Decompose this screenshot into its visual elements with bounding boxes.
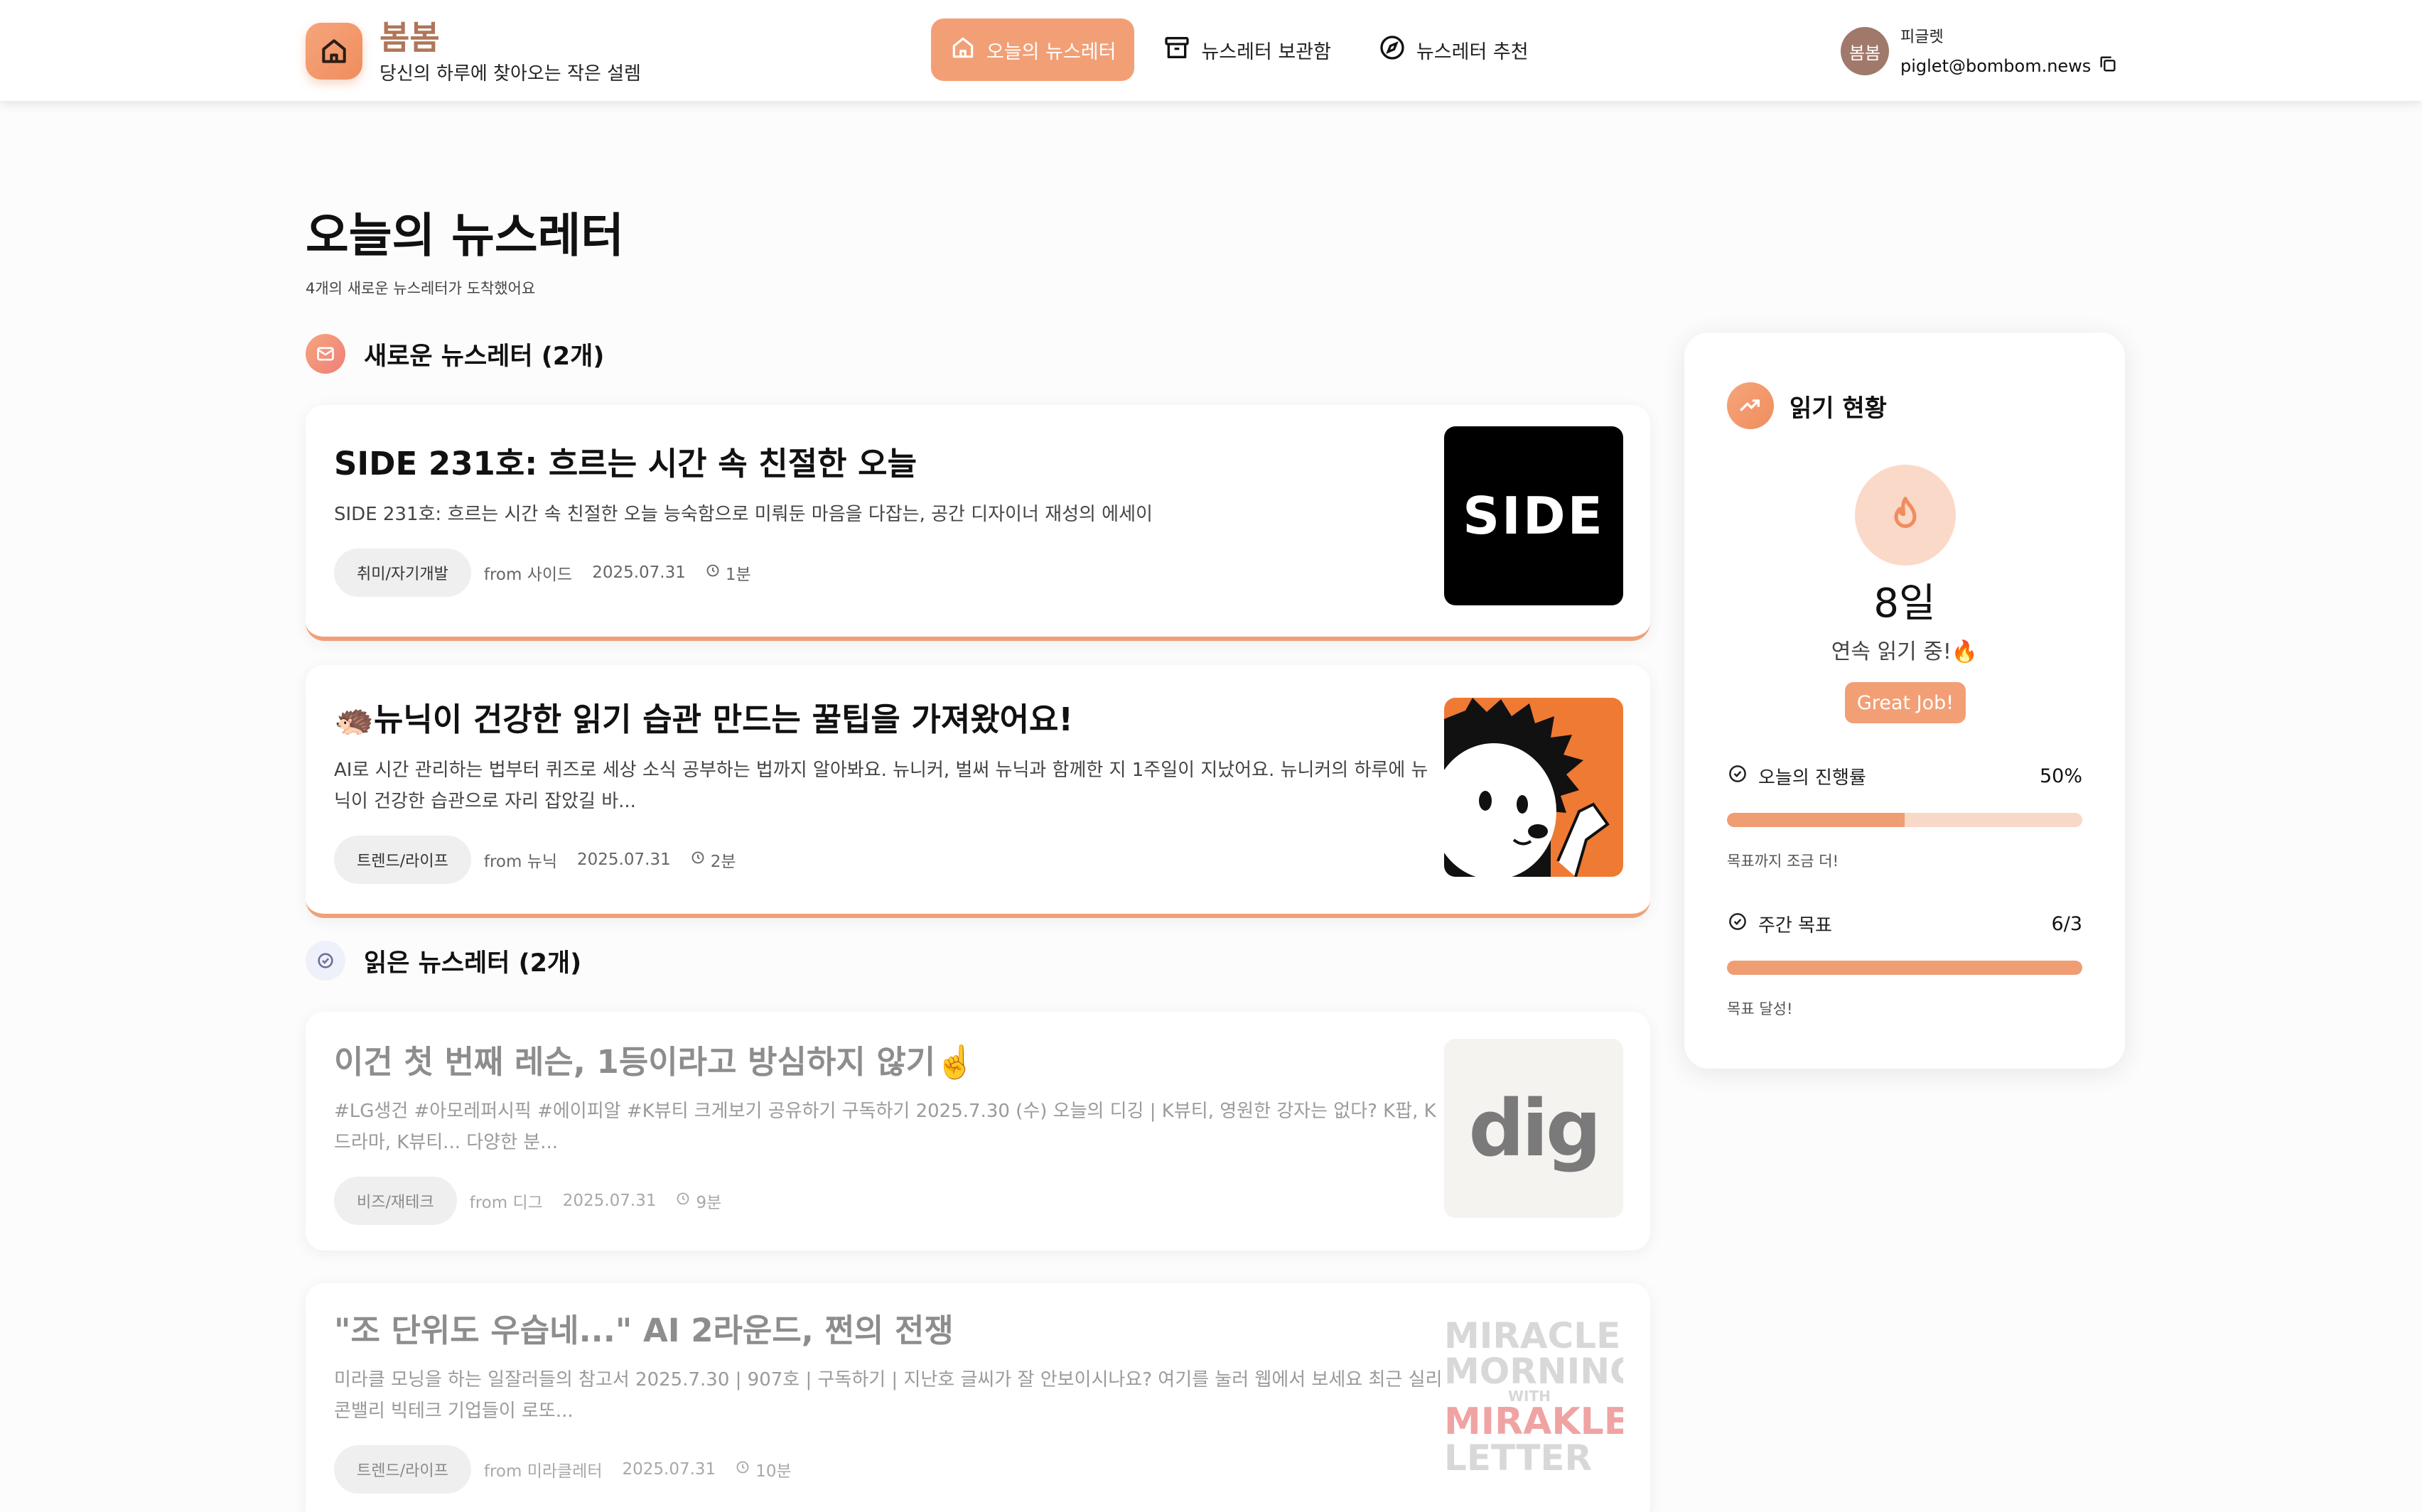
compass-icon xyxy=(1378,33,1416,67)
weekly-goal-row: 주간 목표 6/3 xyxy=(1727,911,2082,937)
read-section-title: 읽은 뉴스레터 (2개) xyxy=(364,949,582,978)
check-circle-icon xyxy=(306,941,345,981)
newsletter-date: 2025.07.31 xyxy=(562,1192,657,1210)
flame-icon xyxy=(1855,465,1956,566)
newsletter-card[interactable]: 🦔뉴닉이 건강한 읽기 습관 만드는 꿀팁을 가져왔어요! AI로 시간 관리하… xyxy=(306,665,1650,918)
reading-status-panel: 읽기 현황 8일 연속 읽기 중!🔥 Great Job! 오늘의 진행률 50… xyxy=(1684,333,2125,1069)
great-job-badge: Great Job! xyxy=(1845,682,1966,723)
hedgehog-thumbnail xyxy=(1444,698,1623,877)
newsletter-thumbnail: SIDE xyxy=(1444,426,1623,605)
target-icon xyxy=(1727,763,1758,789)
unread-section-header: 새로운 뉴스레터 (2개) xyxy=(306,334,604,374)
newsletter-source: from 뉴닉 xyxy=(483,853,558,871)
newsletter-card[interactable]: 이건 첫 번째 레슨, 1등이라고 방심하지 않기☝️ #LG생건 #아모레퍼시… xyxy=(306,1012,1650,1251)
home-icon xyxy=(949,34,986,66)
user-email: piglet@bombom.news xyxy=(1900,56,2092,76)
today-progress-note: 목표까지 조금 더! xyxy=(1727,853,1839,870)
newsletter-title[interactable]: 🦔뉴닉이 건강한 읽기 습관 만드는 꿀팁을 가져왔어요! xyxy=(334,693,1073,740)
user-profile[interactable]: 봄봄 피글렛 piglet@bombom.news xyxy=(1841,24,2118,78)
nav-archive[interactable]: 뉴스레터 보관함 xyxy=(1144,18,1349,81)
read-time: 2분 xyxy=(710,853,736,871)
newsletter-meta: 트렌드/라이프 from 뉴닉 2025.07.31 2분 xyxy=(334,836,736,884)
unread-section-title: 새로운 뉴스레터 (2개) xyxy=(364,342,605,371)
top-header: 봄봄 당신의 하루에 찾아오는 작은 설렘 오늘의 뉴스레터 뉴스레터 보관함 … xyxy=(0,0,2422,101)
newsletter-title[interactable]: "조 단위도 우습네..." AI 2라운드, 쩐의 전쟁 xyxy=(334,1305,954,1351)
today-progress-fill xyxy=(1727,813,1905,827)
streak-days: 8일 xyxy=(1873,580,1936,627)
newsletter-description: SIDE 231호: 흐르는 시간 속 친절한 오늘 능숙함으로 미뤄둔 마음을… xyxy=(334,504,1153,525)
nav-today[interactable]: 오늘의 뉴스레터 xyxy=(931,18,1135,81)
newsletter-thumbnail: MIRACLE MORNING WITH MIRAKLE LETTER xyxy=(1444,1307,1623,1486)
nav-recommend-label: 뉴스레터 추천 xyxy=(1416,40,1529,63)
read-section-header: 읽은 뉴스레터 (2개) xyxy=(306,941,581,981)
category-chip[interactable]: 취미/자기개발 xyxy=(334,549,471,597)
weekly-goal-label: 주간 목표 xyxy=(1758,915,1832,936)
weekly-goal-note: 목표 달성! xyxy=(1727,1000,1793,1017)
today-progress-bar xyxy=(1727,813,2082,827)
newsletter-source: from 사이드 xyxy=(483,566,573,584)
nav-recommend[interactable]: 뉴스레터 추천 xyxy=(1360,18,1547,81)
brand-name: 봄봄 xyxy=(380,18,440,57)
newsletter-source: from 미라클레터 xyxy=(483,1462,603,1481)
category-chip[interactable]: 트렌드/라이프 xyxy=(334,1445,471,1494)
newsletter-meta: 취미/자기개발 from 사이드 2025.07.31 1분 xyxy=(334,549,751,597)
newsletter-description: #LG생건 #아모레퍼시픽 #에이피알 #K뷰티 크게보기 공유하기 구독하기 … xyxy=(334,1101,1436,1153)
brand[interactable]: 봄봄 당신의 하루에 찾아오는 작은 설렘 xyxy=(306,16,641,87)
newsletter-card[interactable]: SIDE 231호: 흐르는 시간 속 친절한 오늘 SIDE 231호: 흐르… xyxy=(306,405,1650,641)
newsletter-thumbnail: dig xyxy=(1444,1039,1623,1218)
avatar: 봄봄 xyxy=(1841,27,1889,75)
newsletter-card[interactable]: "조 단위도 우습네..." AI 2라운드, 쩐의 전쟁 미라클 모닝을 하는… xyxy=(306,1283,1650,1512)
mail-icon xyxy=(306,334,345,374)
clock-icon xyxy=(736,1460,755,1479)
weekly-goal-bar xyxy=(1727,961,2082,975)
today-progress-label: 오늘의 진행률 xyxy=(1758,767,1866,789)
category-chip[interactable]: 비즈/재테크 xyxy=(334,1177,457,1225)
newsletter-source: from 디그 xyxy=(469,1194,543,1212)
page-title: 오늘의 뉴스레터 xyxy=(306,208,625,263)
weekly-goal-value: 6/3 xyxy=(2051,913,2082,935)
streak-label: 연속 읽기 중!🔥 xyxy=(1831,639,1979,664)
user-name: 피글렛 xyxy=(1900,28,1944,46)
panel-title: 읽기 현황 xyxy=(1789,394,1887,423)
read-time: 1분 xyxy=(725,566,751,584)
target-icon xyxy=(1727,911,1758,937)
thumb-line: MORNING xyxy=(1444,1351,1623,1392)
thumb-line: MIRACLE xyxy=(1444,1315,1621,1356)
nav-archive-label: 뉴스레터 보관함 xyxy=(1201,40,1331,63)
clock-icon xyxy=(706,563,726,582)
archive-icon xyxy=(1163,33,1201,67)
clock-icon xyxy=(676,1192,696,1210)
today-progress-row: 오늘의 진행률 50% xyxy=(1727,763,2082,789)
brand-tagline: 당신의 하루에 찾아오는 작은 설렘 xyxy=(380,63,641,85)
newsletter-description: AI로 시간 관리하는 법부터 퀴즈로 세상 소식 공부하는 법까지 알아봐요.… xyxy=(334,760,1428,812)
read-time: 9분 xyxy=(696,1194,722,1212)
category-chip[interactable]: 트렌드/라이프 xyxy=(334,836,471,884)
trending-up-icon xyxy=(1727,382,1774,429)
clock-icon xyxy=(691,850,711,869)
today-progress-value: 50% xyxy=(2039,765,2082,787)
read-time: 10분 xyxy=(755,1462,792,1481)
side-logo: SIDE xyxy=(1463,486,1605,546)
copy-icon[interactable] xyxy=(2091,54,2118,78)
newsletter-date: 2025.07.31 xyxy=(622,1460,716,1479)
thumb-line: LETTER xyxy=(1444,1437,1593,1479)
main-nav: 오늘의 뉴스레터 뉴스레터 보관함 뉴스레터 추천 xyxy=(931,18,1557,81)
newsletter-description: 미라클 모닝을 하는 일잘러들의 참고서 2025.7.30 | 907호 | … xyxy=(334,1369,1443,1422)
dig-logo: dig xyxy=(1468,1083,1601,1174)
nav-today-label: 오늘의 뉴스레터 xyxy=(986,40,1116,63)
newsletter-meta: 비즈/재테크 from 디그 2025.07.31 9분 xyxy=(334,1177,721,1225)
newsletter-date: 2025.07.31 xyxy=(577,850,671,869)
newsletter-meta: 트렌드/라이프 from 미라클레터 2025.07.31 10분 xyxy=(334,1445,792,1494)
weekly-goal-fill xyxy=(1727,961,2082,975)
thumb-line: MIRAKLE xyxy=(1444,1400,1623,1443)
page-subtitle: 4개의 새로운 뉴스레터가 도착했어요 xyxy=(306,280,536,297)
newsletter-title[interactable]: SIDE 231호: 흐르는 시간 속 친절한 오늘 xyxy=(334,438,917,484)
newsletter-title[interactable]: 이건 첫 번째 레슨, 1등이라고 방심하지 않기☝️ xyxy=(334,1036,975,1082)
newsletter-date: 2025.07.31 xyxy=(592,563,686,582)
home-icon xyxy=(306,23,362,80)
